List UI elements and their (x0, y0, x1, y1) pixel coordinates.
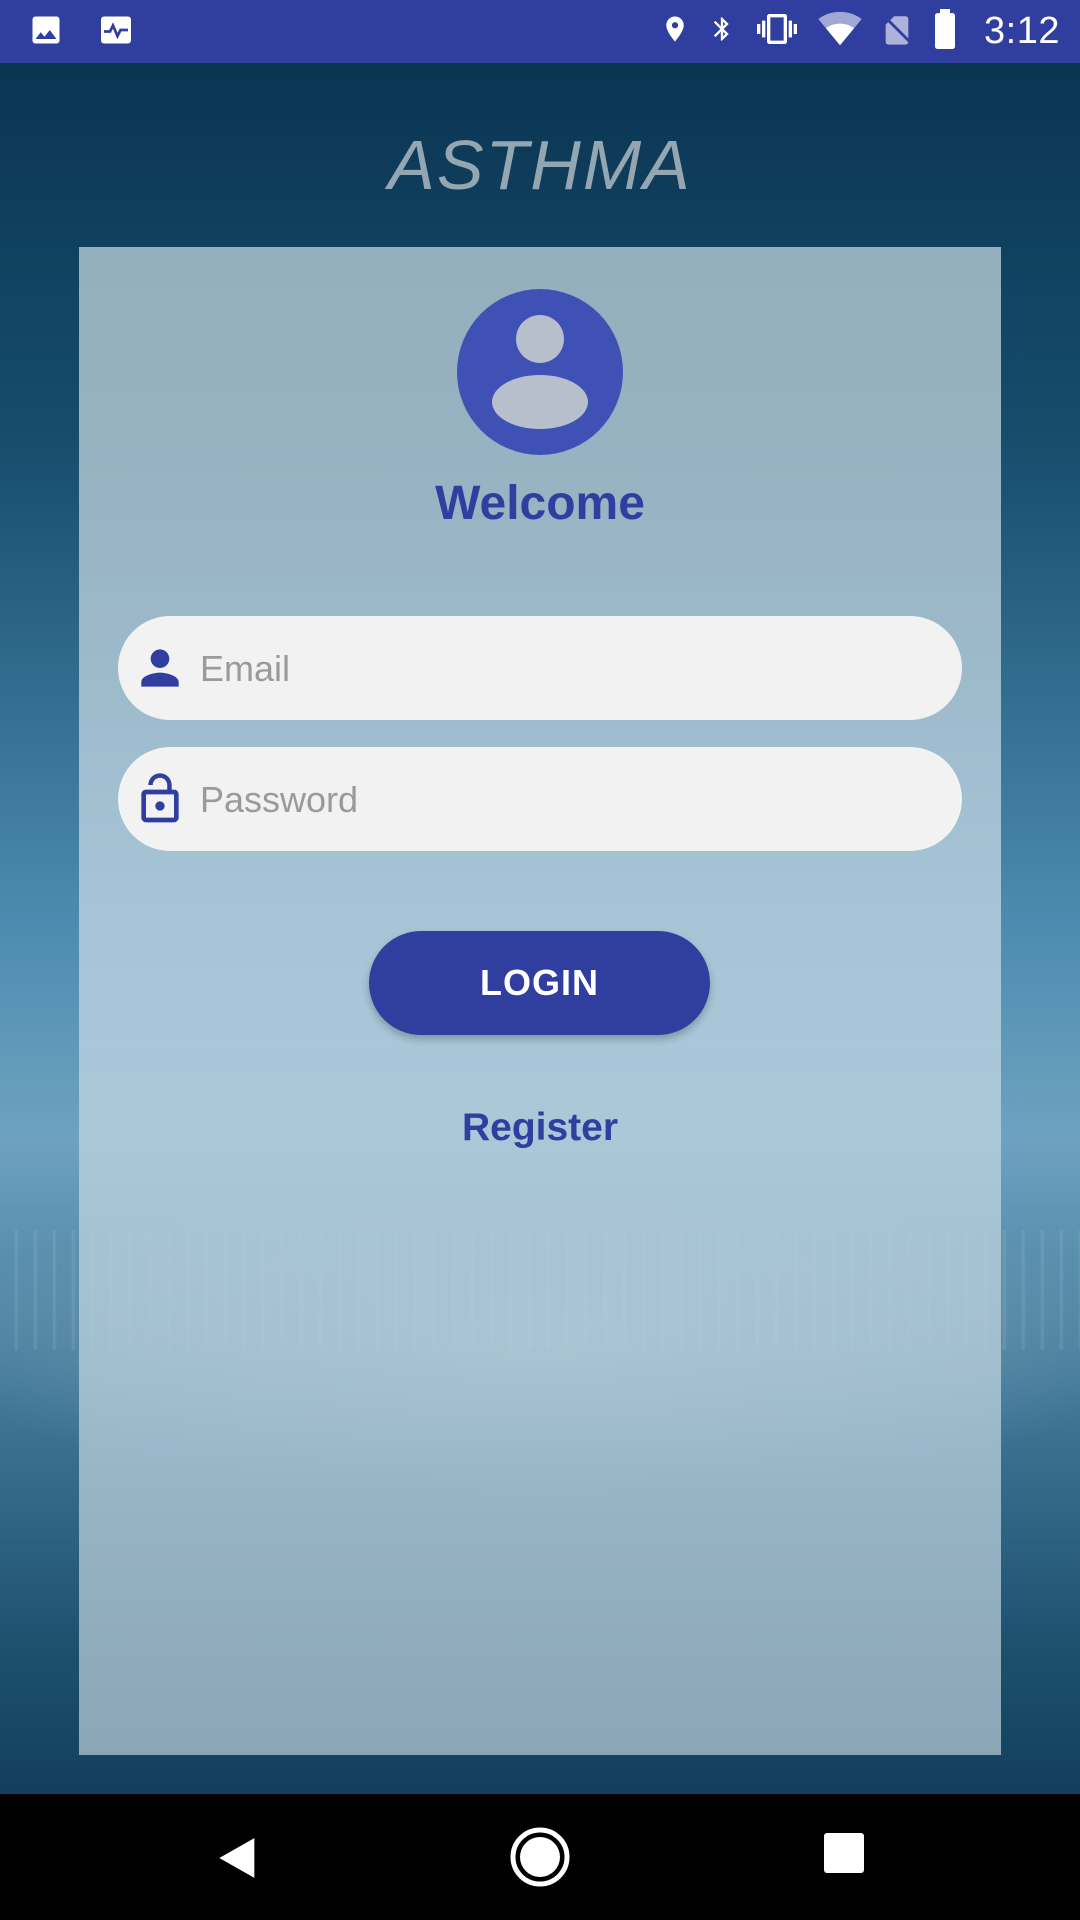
email-input[interactable] (198, 616, 922, 722)
navigation-bar (0, 1794, 1080, 1920)
image-icon (28, 12, 64, 53)
password-input[interactable] (198, 747, 922, 853)
lock-open-icon (132, 771, 188, 827)
vibrate-icon (754, 9, 800, 54)
login-screen: 3:12 ASTHMA Welcome LOGIN Register (0, 0, 1080, 1920)
home-icon[interactable] (509, 1826, 571, 1888)
person-icon (132, 640, 188, 696)
login-button[interactable]: LOGIN (369, 931, 710, 1035)
wifi-icon (818, 11, 862, 52)
status-time: 3:12 (984, 9, 1060, 52)
location-icon (660, 9, 690, 54)
activity-icon (96, 12, 136, 53)
back-icon[interactable] (210, 1830, 266, 1886)
battery-icon (932, 8, 958, 54)
email-field[interactable] (118, 616, 962, 722)
welcome-heading: Welcome (435, 477, 645, 530)
register-link[interactable]: Register (0, 1106, 1080, 1150)
no-sim-icon (880, 9, 914, 54)
status-bar: 3:12 (0, 0, 1080, 63)
bluetooth-icon (708, 9, 736, 54)
account-circle-icon (457, 289, 623, 455)
password-field[interactable] (118, 747, 962, 853)
app-title: ASTHMA (388, 126, 692, 204)
recents-icon[interactable] (823, 1832, 865, 1874)
